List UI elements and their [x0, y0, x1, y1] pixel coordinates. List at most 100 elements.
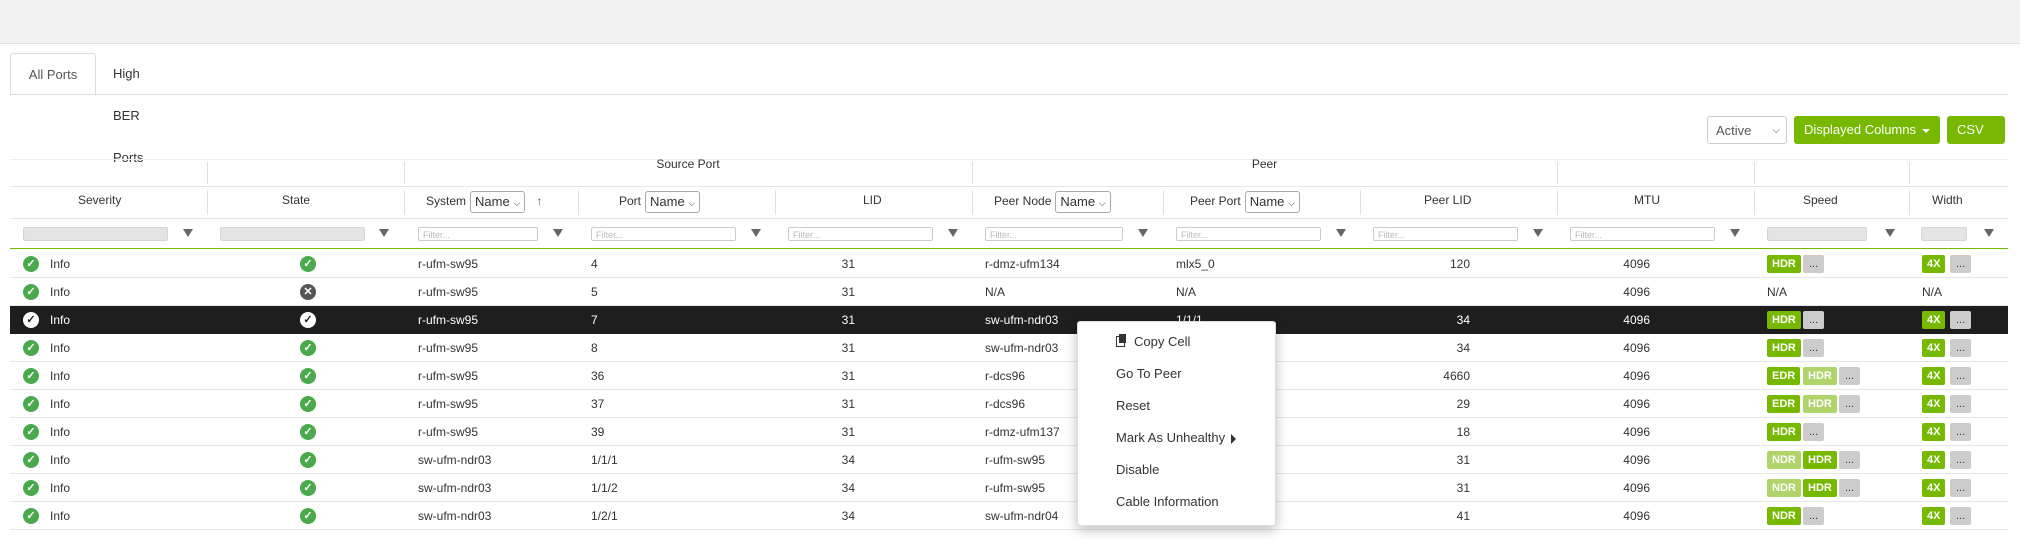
width-more-button[interactable]: ... — [1950, 451, 1972, 469]
cell-severity[interactable]: Info — [50, 446, 70, 474]
peer-node-name-select[interactable]: Name ⌵ — [1055, 191, 1111, 213]
cell-mtu[interactable]: 4096 — [1490, 418, 1650, 446]
cell-mtu[interactable]: 4096 — [1490, 306, 1650, 334]
cell-mtu[interactable]: 4096 — [1490, 502, 1650, 530]
menu-item-disable[interactable]: Disable — [1116, 462, 1159, 477]
cell-port[interactable]: 1/1/1 — [591, 446, 618, 474]
sort-ascending-icon[interactable]: ↑ — [537, 194, 543, 208]
cell-system[interactable]: r-ufm-sw95 — [418, 250, 478, 278]
column-header-peer-port[interactable]: Peer Port Name ⌵ — [1190, 191, 1300, 213]
filter-icon[interactable] — [1336, 229, 1346, 237]
column-header-state[interactable]: State — [282, 193, 310, 207]
cell-mtu[interactable]: 4096 — [1490, 390, 1650, 418]
peer-node-filter-input[interactable]: Filter... — [985, 227, 1123, 241]
menu-item-reset[interactable]: Reset — [1116, 398, 1150, 413]
speed-more-button[interactable]: ... — [1839, 479, 1861, 497]
filter-icon[interactable] — [553, 229, 563, 237]
speed-more-button[interactable]: ... — [1839, 367, 1861, 385]
cell-mtu[interactable]: 4096 — [1490, 446, 1650, 474]
cell-severity[interactable]: Info — [50, 306, 70, 334]
column-header-peer-lid[interactable]: Peer LID — [1424, 193, 1471, 207]
filter-icon[interactable] — [751, 229, 761, 237]
table-row[interactable]: ✓ Info ✓ r-ufm-sw95 36 31 r-dcs96 4660 4096 EDR HD… — [10, 362, 2008, 390]
filter-icon[interactable] — [948, 229, 958, 237]
cell-peer-lid[interactable]: 120 — [1310, 250, 1470, 278]
table-row[interactable]: ✓ Info ✓ sw-ufm-ndr03 1/2/1 34 sw-ufm-ndr04 41 4… — [10, 502, 2008, 530]
filter-icon[interactable] — [379, 229, 389, 237]
cell-lid[interactable]: 34 — [710, 502, 855, 530]
cell-peer-node[interactable]: r-ufm-sw95 — [985, 474, 1045, 502]
cell-peer-lid[interactable]: 18 — [1310, 418, 1470, 446]
cell-lid[interactable]: 34 — [710, 446, 855, 474]
speed-more-button[interactable]: ... — [1803, 507, 1825, 525]
cell-peer-node[interactable]: sw-ufm-ndr03 — [985, 306, 1058, 334]
cell-peer-node[interactable]: N/A — [985, 278, 1005, 306]
filter-icon[interactable] — [1730, 229, 1740, 237]
cell-mtu[interactable]: 4096 — [1490, 334, 1650, 362]
tab-high-ber-ports[interactable]: High BER Ports — [113, 53, 143, 165]
lid-filter-input[interactable]: Filter... — [788, 227, 933, 241]
peer-port-filter-input[interactable]: Filter... — [1176, 227, 1321, 241]
width-more-button[interactable]: ... — [1950, 255, 1972, 273]
mtu-filter-input[interactable]: Filter... — [1570, 227, 1715, 241]
table-row[interactable]: ✓ Info ✓ sw-ufm-ndr03 1/1/1 34 r-ufm-sw95 31 409… — [10, 446, 2008, 474]
cell-lid[interactable]: 31 — [710, 390, 855, 418]
cell-severity[interactable]: Info — [50, 334, 70, 362]
cell-severity[interactable]: Info — [50, 418, 70, 446]
column-header-width[interactable]: Width — [1932, 193, 1963, 207]
cell-peer-node[interactable]: r-dmz-ufm134 — [985, 250, 1060, 278]
cell-peer-node[interactable]: r-dcs96 — [985, 362, 1025, 390]
cell-peer-lid[interactable]: 34 — [1310, 334, 1470, 362]
cell-mtu[interactable]: 4096 — [1490, 250, 1650, 278]
width-more-button[interactable]: ... — [1950, 367, 1972, 385]
cell-peer-lid[interactable]: 29 — [1310, 390, 1470, 418]
displayed-columns-button[interactable]: Displayed Columns — [1794, 116, 1940, 144]
peer-lid-filter-input[interactable]: Filter... — [1373, 227, 1518, 241]
cell-peer-lid[interactable]: 4660 — [1310, 362, 1470, 390]
port-name-select[interactable]: Name ⌵ — [645, 191, 701, 213]
cell-port[interactable]: 39 — [591, 418, 604, 446]
cell-peer-node[interactable]: r-dmz-ufm137 — [985, 418, 1060, 446]
width-more-button[interactable]: ... — [1950, 479, 1972, 497]
cell-severity[interactable]: Info — [50, 278, 70, 306]
state-filter[interactable] — [220, 227, 365, 241]
cell-severity[interactable]: Info — [50, 362, 70, 390]
cell-system[interactable]: r-ufm-sw95 — [418, 278, 478, 306]
column-header-speed[interactable]: Speed — [1803, 193, 1838, 207]
cell-peer-lid[interactable]: 34 — [1310, 306, 1470, 334]
table-row[interactable]: ✓ Info ✓ sw-ufm-ndr03 1/1/2 34 r-ufm-sw95 31 409… — [10, 474, 2008, 502]
cell-port[interactable]: 4 — [591, 250, 598, 278]
cell-peer-port[interactable]: mlx5_0 — [1176, 250, 1215, 278]
cell-port[interactable]: 37 — [591, 390, 604, 418]
peer-port-name-select[interactable]: Name ⌵ — [1244, 191, 1300, 213]
severity-filter[interactable] — [23, 227, 168, 241]
cell-system[interactable]: r-ufm-sw95 — [418, 334, 478, 362]
cell-system[interactable]: r-ufm-sw95 — [418, 362, 478, 390]
cell-severity[interactable]: Info — [50, 250, 70, 278]
filter-icon[interactable] — [183, 229, 193, 237]
cell-port[interactable]: 5 — [591, 278, 598, 306]
cell-lid[interactable]: 31 — [710, 362, 855, 390]
cell-mtu[interactable]: 4096 — [1490, 474, 1650, 502]
cell-peer-port[interactable]: N/A — [1176, 278, 1196, 306]
system-name-select[interactable]: Name ⌵ — [470, 191, 526, 213]
cell-mtu[interactable]: 4096 — [1490, 362, 1650, 390]
cell-system[interactable]: r-ufm-sw95 — [418, 306, 478, 334]
cell-system[interactable]: sw-ufm-ndr03 — [418, 474, 491, 502]
width-more-button[interactable]: ... — [1950, 339, 1972, 357]
cell-peer-lid[interactable]: 31 — [1310, 474, 1470, 502]
csv-button[interactable]: CSV — [1947, 116, 2005, 161]
width-filter[interactable] — [1921, 227, 1967, 241]
cell-system[interactable]: sw-ufm-ndr03 — [418, 446, 491, 474]
cell-peer-node[interactable]: r-ufm-sw95 — [985, 446, 1045, 474]
table-row[interactable]: ✓ Info ✓ r-ufm-sw95 4 31 r-dmz-ufm134 mlx5_0 120… — [10, 250, 2008, 278]
column-header-port[interactable]: Port Name ⌵ — [619, 191, 701, 213]
column-header-system[interactable]: System Name ⌵ ↑ — [426, 191, 543, 213]
table-row[interactable]: ✓Info✓r-ufm-sw95831sw-ufm-ndr031/1/23440… — [10, 334, 2008, 362]
speed-more-button[interactable]: ... — [1803, 255, 1825, 273]
speed-more-button[interactable]: ... — [1803, 423, 1825, 441]
menu-item-mark-as-unhealthy[interactable]: Mark As Unhealthy — [1116, 430, 1237, 445]
menu-item-cable-information[interactable]: Cable Information — [1116, 494, 1219, 509]
speed-more-button[interactable]: ... — [1803, 311, 1825, 329]
table-row[interactable]: ✓ Info ✕ r-ufm-sw95 5 31 N/A N/A 4096 N/A N/A — [10, 278, 2008, 306]
